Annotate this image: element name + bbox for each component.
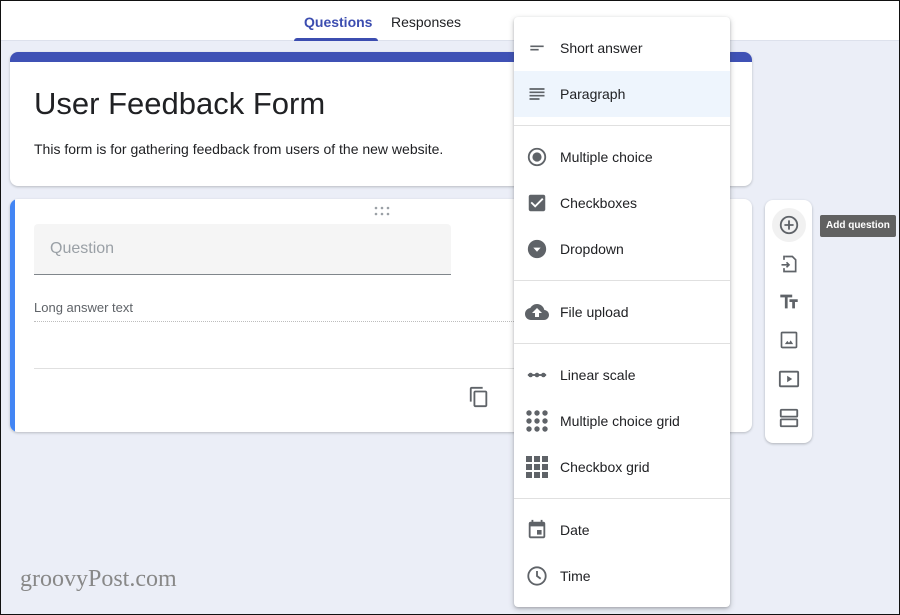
form-title[interactable]: User Feedback Form bbox=[34, 86, 325, 122]
menu-divider bbox=[514, 498, 730, 499]
question-active-indicator bbox=[10, 199, 15, 432]
add-video-button[interactable] bbox=[769, 361, 809, 397]
add-question-tooltip: Add question bbox=[820, 215, 896, 237]
cloud-upload-icon bbox=[525, 304, 549, 320]
drag-handle-icon[interactable] bbox=[374, 206, 390, 216]
add-section-button[interactable] bbox=[769, 400, 809, 436]
menu-item-checkboxes[interactable]: Checkboxes bbox=[514, 180, 730, 226]
menu-item-label: Linear scale bbox=[560, 367, 636, 383]
menu-item-file-upload[interactable]: File upload bbox=[514, 289, 730, 335]
question-type-menu: Short answer Paragraph Multiple choice C… bbox=[514, 17, 730, 607]
paragraph-icon bbox=[529, 88, 545, 100]
title-text-icon bbox=[780, 294, 798, 309]
menu-item-label: Multiple choice bbox=[560, 149, 653, 165]
menu-divider bbox=[514, 280, 730, 281]
menu-item-checkbox-grid[interactable]: Checkbox grid bbox=[514, 444, 730, 490]
checkbox-grid-icon bbox=[526, 456, 548, 478]
video-icon bbox=[778, 370, 800, 388]
menu-item-linear-scale[interactable]: Linear scale bbox=[514, 352, 730, 398]
top-bar: Questions Responses bbox=[1, 1, 899, 41]
image-icon bbox=[780, 331, 798, 349]
side-toolbar bbox=[765, 200, 812, 443]
radio-button-icon bbox=[527, 147, 547, 167]
menu-item-multiple-choice[interactable]: Multiple choice bbox=[514, 134, 730, 180]
menu-item-label: Checkbox grid bbox=[560, 459, 650, 475]
tab-responses[interactable]: Responses bbox=[391, 1, 461, 41]
menu-divider bbox=[514, 125, 730, 126]
menu-item-date[interactable]: Date bbox=[514, 507, 730, 553]
add-question-button[interactable] bbox=[772, 208, 806, 242]
dropdown-icon bbox=[527, 239, 547, 259]
menu-divider bbox=[514, 343, 730, 344]
menu-item-time[interactable]: Time bbox=[514, 553, 730, 599]
menu-item-multiple-choice-grid[interactable]: Multiple choice grid bbox=[514, 398, 730, 444]
section-icon bbox=[779, 408, 799, 428]
form-description[interactable]: This form is for gathering feedback from… bbox=[34, 141, 443, 157]
import-questions-button[interactable] bbox=[769, 246, 809, 282]
menu-item-short-answer[interactable]: Short answer bbox=[514, 25, 730, 71]
tab-questions[interactable]: Questions bbox=[294, 1, 378, 41]
menu-item-paragraph[interactable]: Paragraph bbox=[514, 71, 730, 117]
question-title-input[interactable] bbox=[34, 224, 451, 275]
calendar-icon bbox=[528, 519, 546, 539]
menu-item-label: Multiple choice grid bbox=[560, 413, 680, 429]
menu-item-label: File upload bbox=[560, 304, 629, 320]
add-image-button[interactable] bbox=[769, 322, 809, 358]
short-answer-icon bbox=[530, 45, 544, 51]
linear-scale-icon bbox=[527, 372, 547, 378]
long-answer-placeholder: Long answer text bbox=[34, 300, 524, 322]
menu-item-label: Short answer bbox=[560, 40, 643, 56]
checkbox-icon bbox=[528, 194, 546, 212]
import-icon bbox=[781, 255, 797, 273]
radio-grid-icon bbox=[526, 410, 548, 432]
menu-item-dropdown[interactable]: Dropdown bbox=[514, 226, 730, 272]
question-footer-divider bbox=[34, 368, 524, 369]
clock-icon bbox=[527, 566, 547, 586]
menu-item-label: Dropdown bbox=[560, 241, 624, 257]
menu-item-label: Time bbox=[560, 568, 591, 584]
menu-item-label: Paragraph bbox=[560, 86, 626, 102]
menu-item-label: Checkboxes bbox=[560, 195, 638, 211]
duplicate-icon[interactable] bbox=[468, 386, 490, 408]
add-title-button[interactable] bbox=[769, 284, 809, 320]
watermark: groovyPost.com bbox=[20, 566, 177, 592]
add-circle-icon bbox=[779, 215, 799, 235]
menu-item-label: Date bbox=[560, 522, 590, 538]
